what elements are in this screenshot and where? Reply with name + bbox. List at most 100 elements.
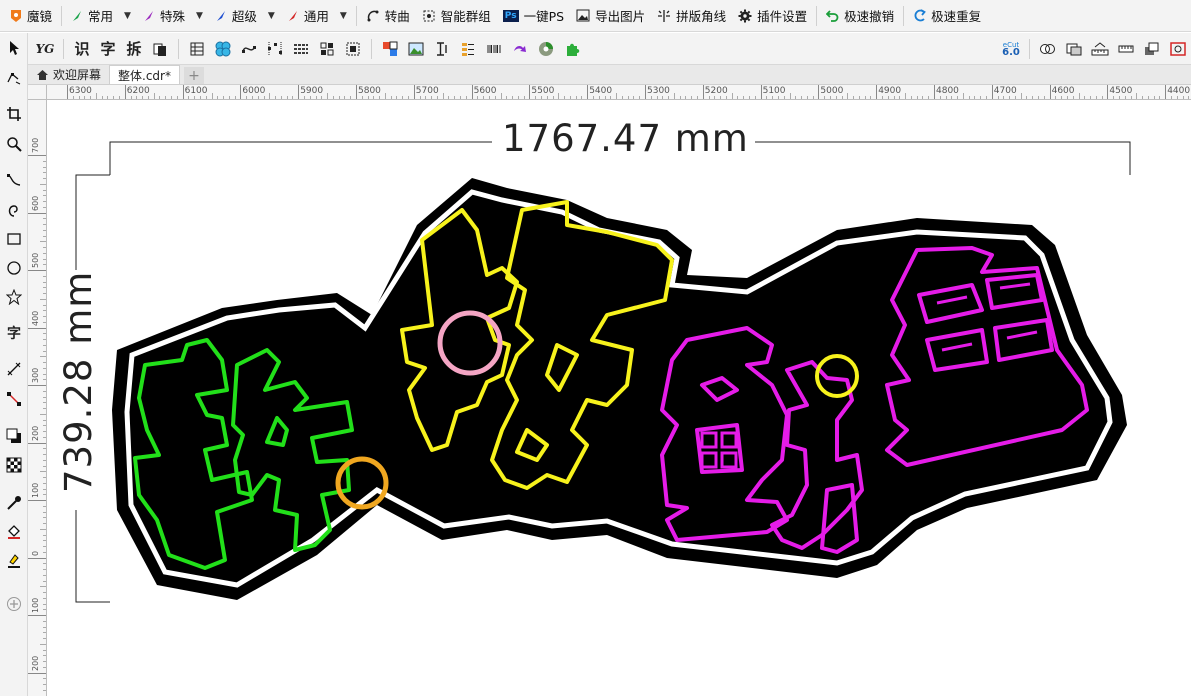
ruler-h-minor-tick <box>500 93 502 99</box>
ruler-h-minor-tick <box>535 96 537 99</box>
list-button[interactable] <box>457 38 479 60</box>
ruler-h-minor-tick <box>90 96 92 99</box>
ruler-h-minor-tick <box>922 96 924 99</box>
barcode-button[interactable] <box>483 38 505 60</box>
chevron-down-icon[interactable]: ▼ <box>340 11 347 21</box>
convert-curve-button[interactable]: 转曲 <box>360 3 416 29</box>
ruler-v-minor-tick <box>43 178 46 179</box>
rectangle-tool[interactable] <box>3 228 25 250</box>
zoom-tool[interactable] <box>3 133 25 155</box>
ruler-h-minor-tick <box>419 96 421 99</box>
ruler-h-minor-tick <box>194 96 196 99</box>
puzzle-button[interactable] <box>561 38 583 60</box>
app-menu[interactable]: 魔镜 <box>4 3 58 29</box>
yg-tool-button[interactable]: YG <box>34 38 56 60</box>
tab-welcome-screen[interactable]: 欢迎屏幕 <box>28 65 109 84</box>
color-squares-icon <box>383 41 398 56</box>
one-click-ps-button[interactable]: Ps 一键PS <box>497 3 570 29</box>
fast-redo-button[interactable]: 极速重复 <box>907 3 987 29</box>
disc-button[interactable] <box>535 38 557 60</box>
polygon-tool[interactable] <box>3 286 25 308</box>
ecut-button[interactable]: eCut 6.0 <box>1000 38 1022 60</box>
export-image-button[interactable]: 导出图片 <box>570 3 651 29</box>
shape-tool[interactable] <box>3 67 25 89</box>
drawing-canvas[interactable]: 1767.47 mm 739.28 mm <box>47 100 1191 696</box>
ruler-v-label: 0 <box>31 550 40 556</box>
node-tool-button[interactable] <box>238 38 260 60</box>
chevron-down-icon[interactable]: ▼ <box>196 11 203 21</box>
vertical-ruler[interactable]: 700 600 500 400 300 200 100 0 100 200 <box>28 100 47 696</box>
smart-group-button[interactable]: 智能群组 <box>416 3 497 29</box>
picture-frame-button[interactable] <box>405 38 427 60</box>
menu-common[interactable]: 常用 ▼ <box>65 3 137 29</box>
menu-super[interactable]: 超级 ▼ <box>209 3 281 29</box>
ruler-v-minor-tick <box>43 281 46 283</box>
table-button[interactable] <box>186 38 208 60</box>
split-button[interactable]: 拆 <box>123 38 145 60</box>
page-layout-button[interactable] <box>149 38 171 60</box>
chevron-down-icon[interactable]: ▼ <box>124 11 131 21</box>
weld-button[interactable] <box>1037 38 1059 60</box>
ruler-v-minor-tick <box>40 241 46 243</box>
ruler-v-label: 200 <box>31 425 40 441</box>
crop-tool[interactable] <box>3 103 25 125</box>
interactive-fill-tool[interactable] <box>3 521 25 543</box>
text-align-button[interactable] <box>431 38 453 60</box>
width-dimension-text[interactable]: 1767.47 mm <box>502 117 749 160</box>
imposition-marks-button[interactable]: 拼版角线 <box>651 3 732 29</box>
select-frame-button[interactable] <box>342 38 364 60</box>
ruler-h-minor-tick <box>309 96 311 99</box>
transform-button[interactable] <box>509 38 531 60</box>
blend-button[interactable] <box>212 38 234 60</box>
image-icon <box>576 9 590 22</box>
menu-separator <box>816 5 818 26</box>
ruler-h-minor-tick <box>246 96 248 99</box>
recognize-text-button[interactable]: 识 <box>71 38 93 60</box>
artwork-svg[interactable] <box>47 100 1191 696</box>
fast-undo-button[interactable]: 极速撤销 <box>820 3 900 29</box>
boundary-button[interactable] <box>1167 38 1189 60</box>
plugin-settings-button[interactable]: 插件设置 <box>732 3 813 29</box>
transparency-tool[interactable] <box>3 454 25 476</box>
distribute-button[interactable] <box>264 38 286 60</box>
connector-tool[interactable] <box>3 388 25 410</box>
chevron-down-icon[interactable]: ▼ <box>268 11 275 21</box>
group-layout-button[interactable] <box>316 38 338 60</box>
ruler-h-minor-tick <box>720 96 722 99</box>
freehand-tool[interactable] <box>3 169 25 191</box>
align-lines-button[interactable] <box>290 38 312 60</box>
ruler-h-minor-tick <box>512 96 514 99</box>
ruler-h-minor-tick <box>986 96 988 99</box>
boundary-icon <box>1170 41 1186 56</box>
ruler-v-minor-tick <box>43 425 46 427</box>
add-tab-button[interactable]: + <box>183 67 204 84</box>
eyedropper-tool[interactable] <box>3 492 25 514</box>
height-dimension-text[interactable]: 739.28 mm <box>57 271 100 493</box>
ruler-h-minor-tick <box>384 93 386 99</box>
dimension-tool[interactable] <box>3 358 25 380</box>
artistic-media-tool[interactable] <box>3 199 25 221</box>
menu-general[interactable]: 通用 ▼ <box>281 3 353 29</box>
char-button[interactable]: 字 <box>97 38 119 60</box>
redo-icon <box>914 9 927 22</box>
smart-fill-tool[interactable] <box>3 550 25 572</box>
text-tool[interactable]: 字 <box>3 322 25 344</box>
ruler-tool-button[interactable] <box>1089 38 1111 60</box>
ruler-v-minor-tick <box>43 505 46 507</box>
ruler-v-minor-tick <box>43 684 46 685</box>
menu-special[interactable]: 特殊 ▼ <box>137 3 209 29</box>
pick-tool[interactable] <box>3 37 25 59</box>
add-tool-button[interactable] <box>3 593 25 615</box>
ruler-origin[interactable] <box>28 85 47 100</box>
ruler-h-minor-tick <box>714 96 716 99</box>
measure-button[interactable] <box>1115 38 1137 60</box>
trim-button[interactable] <box>1063 38 1085 60</box>
tab-document-label: 整体.cdr* <box>118 68 171 83</box>
tab-document[interactable]: 整体.cdr* <box>109 65 180 84</box>
arrange-button[interactable] <box>1141 38 1163 60</box>
color-swap-button[interactable] <box>379 38 401 60</box>
node-edit-icon <box>7 72 21 85</box>
ellipse-tool[interactable] <box>3 257 25 279</box>
horizontal-ruler[interactable]: 6300 6200 6100 6000 5900 5800 5700 5600 5500 5400… <box>47 85 1191 100</box>
drop-shadow-tool[interactable] <box>3 425 25 447</box>
